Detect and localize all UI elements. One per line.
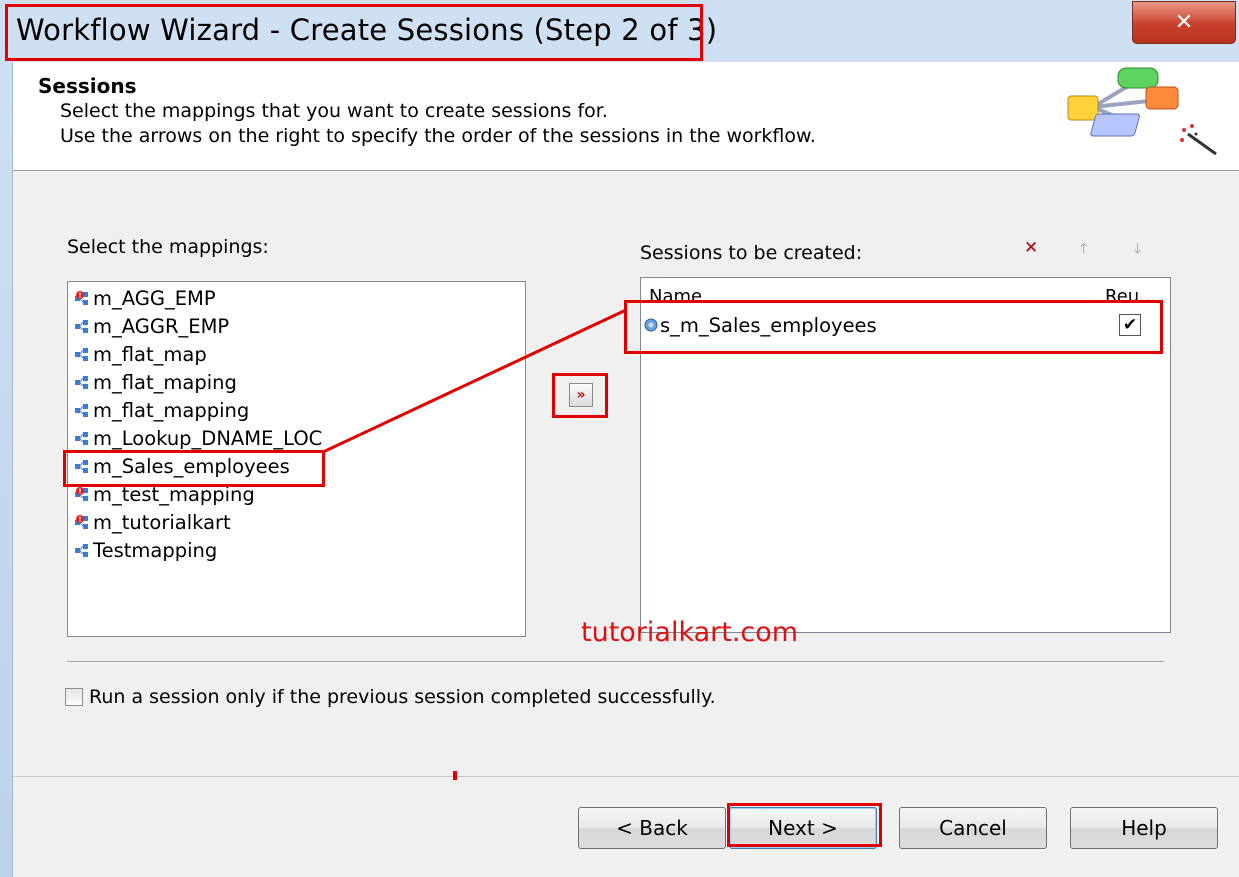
mapping-name: m_Lookup_DNAME_LOC — [93, 426, 323, 450]
mapping-icon — [75, 320, 88, 333]
wizard-header: Sessions Select the mappings that you wa… — [13, 62, 1239, 171]
move-down-icon[interactable]: 🡓 — [1134, 238, 1141, 262]
sessions-table[interactable]: Name Reu... s_m_Sales_employees ✔ — [640, 277, 1171, 633]
mapping-icon — [75, 376, 88, 389]
mapping-name: m_Sales_employees — [93, 454, 290, 478]
mapping-name: m_AGG_EMP — [93, 286, 216, 310]
mapping-icon — [75, 404, 88, 417]
delete-icon[interactable]: ✕ — [1024, 238, 1038, 258]
mapping-invalid-icon — [75, 515, 88, 529]
move-up-icon[interactable]: 🡑 — [1080, 238, 1087, 262]
add-sessions-button[interactable]: » — [554, 373, 608, 417]
mapping-invalid-icon — [75, 487, 88, 501]
divider — [67, 661, 1164, 663]
window-title: Workflow Wizard - Create Sessions (Step … — [16, 13, 718, 47]
double-arrow-right-icon: » — [576, 387, 586, 403]
annotation-mark — [453, 771, 457, 780]
session-name: s_m_Sales_employees — [660, 313, 877, 337]
column-header-name[interactable]: Name — [649, 286, 702, 307]
checkmark-icon: ✔ — [1122, 315, 1138, 335]
mapping-list-item[interactable]: m_AGG_EMP — [74, 284, 216, 312]
next-button[interactable]: Next > — [729, 807, 877, 849]
divider — [13, 776, 1239, 777]
help-button[interactable]: Help — [1070, 807, 1218, 849]
mapping-list-item[interactable]: m_flat_maping — [74, 368, 237, 396]
mapping-icon — [75, 460, 88, 473]
header-description-2: Use the arrows on the right to specify t… — [60, 125, 816, 147]
header-title: Sessions — [38, 74, 137, 98]
mapping-list-item[interactable]: Testmapping — [74, 536, 217, 564]
mapping-list-item[interactable]: m_flat_mapping — [74, 396, 249, 424]
mapping-name: m_flat_map — [93, 342, 207, 366]
mapping-invalid-icon — [75, 291, 88, 305]
sessions-label: Sessions to be created: — [640, 242, 863, 264]
close-icon: ✕ — [1174, 10, 1194, 35]
mapping-icon — [75, 544, 88, 557]
run-on-success-label[interactable]: Run a session only if the previous sessi… — [89, 686, 716, 708]
cancel-button[interactable]: Cancel — [899, 807, 1047, 849]
client-area: Sessions Select the mappings that you wa… — [12, 62, 1239, 877]
mapping-name: Testmapping — [93, 538, 218, 562]
mappings-label: Select the mappings: — [67, 236, 269, 258]
run-on-success-checkbox[interactable] — [65, 688, 83, 706]
session-row[interactable]: s_m_Sales_employees — [642, 312, 1157, 338]
close-button[interactable]: ✕ — [1132, 1, 1236, 44]
mapping-list-item[interactable]: m_tutorialkart — [74, 508, 231, 536]
mapping-name: m_tutorialkart — [93, 510, 231, 534]
mapping-list-item[interactable]: m_flat_map — [74, 340, 207, 368]
header-description-1: Select the mappings that you want to cre… — [60, 100, 608, 122]
mapping-icon — [75, 432, 88, 445]
column-header-reusable[interactable]: Reu... — [1105, 286, 1156, 307]
mapping-list-item[interactable]: m_Sales_employees — [74, 452, 290, 480]
workflow-wizard-icon — [1067, 67, 1217, 156]
wizard-window: Workflow Wizard - Create Sessions (Step … — [0, 0, 1239, 877]
mapping-name: m_flat_maping — [93, 370, 237, 394]
back-button[interactable]: < Back — [578, 807, 726, 849]
reusable-checkbox[interactable]: ✔ — [1119, 314, 1141, 336]
mapping-name: m_AGGR_EMP — [93, 314, 230, 338]
watermark-text: tutorialkart.com — [581, 617, 799, 648]
mapping-list-item[interactable]: m_Lookup_DNAME_LOC — [74, 424, 322, 452]
mapping-icon — [75, 348, 88, 361]
mapping-name: m_flat_mapping — [93, 398, 250, 422]
mapping-name: m_test_mapping — [93, 482, 255, 506]
mapping-list-item[interactable]: m_test_mapping — [74, 480, 255, 508]
mapping-list-item[interactable]: m_AGGR_EMP — [74, 312, 229, 340]
session-icon — [644, 318, 658, 332]
mappings-list[interactable]: m_AGG_EMP m_AGGR_EMP m_flat_map m_flat_mapi… — [67, 281, 526, 637]
